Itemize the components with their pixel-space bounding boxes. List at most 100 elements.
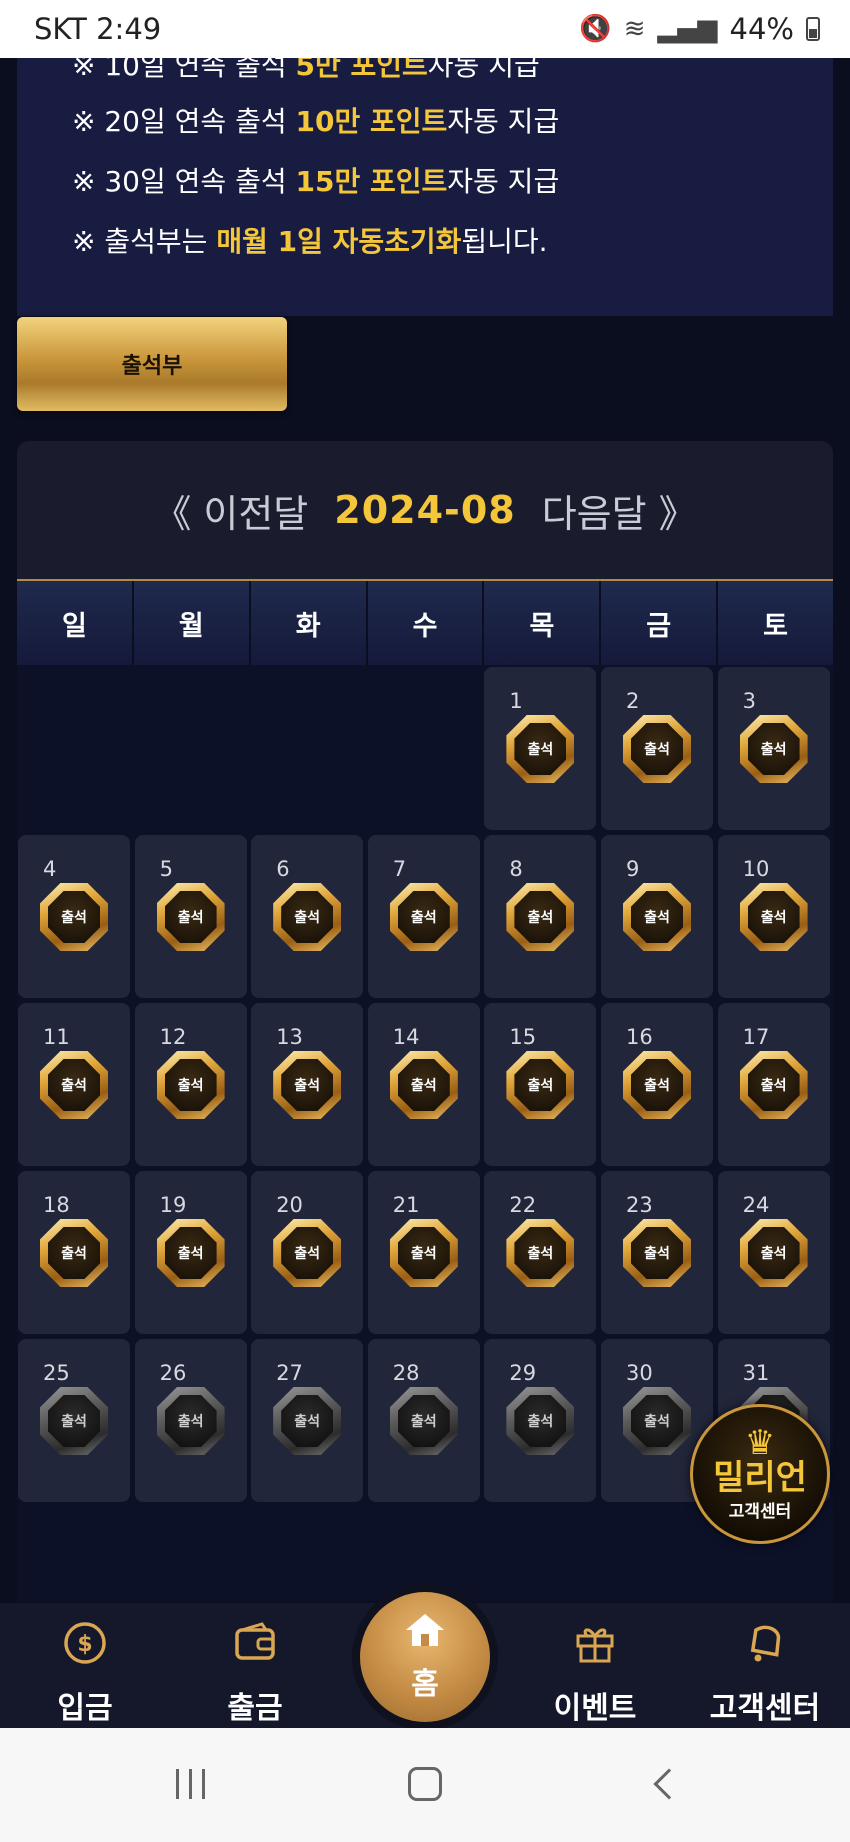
- day-number: 5: [159, 857, 173, 881]
- recent-apps-icon: [175, 1769, 205, 1799]
- back-chevron-icon: [653, 1768, 685, 1800]
- weekday-mon: 월: [133, 581, 251, 665]
- calendar-day-cell[interactable]: 19 출석: [134, 1171, 247, 1334]
- stamp-label: 출석: [48, 891, 100, 943]
- calendar-day-cell[interactable]: 3 출석: [717, 667, 830, 830]
- attendance-stamp-icon: 출석: [506, 715, 575, 783]
- nav-withdraw[interactable]: 출금: [180, 1603, 330, 1728]
- calendar-day-cell[interactable]: 13 출석: [251, 1003, 364, 1166]
- stamp-label: 출석: [164, 1059, 217, 1111]
- attendance-stamp-icon: 출석: [40, 883, 108, 951]
- day-number: 31: [742, 1361, 770, 1385]
- calendar-day-cell[interactable]: 20 출석: [251, 1171, 364, 1334]
- day-number: 16: [626, 1025, 653, 1049]
- day-number: 20: [276, 1193, 303, 1217]
- calendar-day-cell[interactable]: 21 출석: [367, 1171, 480, 1334]
- recent-apps-button[interactable]: [150, 1752, 230, 1816]
- calendar-day-cell[interactable]: 18 출석: [18, 1171, 130, 1334]
- stamp-label: 출석: [164, 891, 217, 943]
- day-number: 3: [742, 689, 756, 713]
- battery-level: 44%: [729, 12, 794, 46]
- weekday-wed: 수: [367, 581, 485, 665]
- calendar-day-cell[interactable]: 1 출석: [484, 667, 597, 830]
- day-number: 1: [509, 689, 523, 713]
- calendar-day-cell[interactable]: 28 출석: [367, 1339, 480, 1502]
- nav-home[interactable]: 홈: [360, 1592, 490, 1722]
- stamp-label: 출석: [281, 891, 334, 943]
- attendance-stamp-inactive-icon: 출석: [273, 1387, 342, 1455]
- calendar-day-cell[interactable]: 4 출석: [18, 835, 130, 998]
- crown-icon: ♛: [744, 1422, 776, 1463]
- system-home-button[interactable]: [385, 1752, 465, 1816]
- nav-support[interactable]: 고객센터: [690, 1603, 840, 1728]
- battery-icon: [806, 17, 820, 41]
- day-number: 12: [159, 1025, 187, 1049]
- stamp-label: 출석: [747, 1059, 800, 1111]
- stamp-label: 출석: [281, 1059, 334, 1111]
- home-icon: [404, 1612, 446, 1655]
- attendance-stamp-icon: 출석: [623, 1219, 691, 1287]
- attendance-stamp-inactive-icon: 출석: [506, 1387, 575, 1455]
- calendar-day-cell[interactable]: 24 출석: [717, 1171, 830, 1334]
- attendance-stamp-icon: 출석: [623, 883, 691, 951]
- nav-event[interactable]: 이벤트: [520, 1603, 670, 1728]
- dollar-coin-icon: $: [61, 1619, 109, 1667]
- attendance-stamp-icon: 출석: [156, 883, 225, 951]
- calendar-day-cell[interactable]: 22 출석: [484, 1171, 597, 1334]
- attendance-stamp-icon: 출석: [623, 1051, 691, 1119]
- attendance-stamp-icon: 출석: [273, 1219, 342, 1287]
- calendar-day-cell[interactable]: 17 출석: [717, 1003, 830, 1166]
- nav-deposit[interactable]: $ 입금: [10, 1603, 160, 1728]
- info-line: ※ 30일 연속 출석 15만 포인트자동 지급: [72, 165, 560, 198]
- day-number: 23: [626, 1193, 653, 1217]
- stamp-label: 출석: [747, 1227, 800, 1279]
- info-line: ※ 20일 연속 출석 10만 포인트자동 지급: [72, 105, 560, 138]
- day-number: 11: [43, 1025, 70, 1049]
- attendance-stamp-inactive-icon: 출석: [40, 1387, 108, 1455]
- day-number: 30: [626, 1361, 653, 1385]
- calendar-day-cell[interactable]: 15 출석: [484, 1003, 597, 1166]
- calendar-day-cell[interactable]: 12 출석: [134, 1003, 247, 1166]
- attendance-stamp-icon: 출석: [739, 1219, 808, 1287]
- calendar-day-cell[interactable]: 7 출석: [367, 835, 480, 998]
- calendar-day-cell[interactable]: 25 출석: [18, 1339, 130, 1502]
- attendance-stamp-icon: 출석: [156, 1051, 225, 1119]
- stamp-label: 출석: [514, 891, 567, 943]
- calendar-day-cell[interactable]: 16 출석: [601, 1003, 713, 1166]
- calendar-day-cell[interactable]: 23 출석: [601, 1171, 713, 1334]
- stamp-label: 출석: [631, 1395, 683, 1447]
- calendar-day-cell[interactable]: 5 출석: [134, 835, 247, 998]
- day-number: 29: [509, 1361, 537, 1385]
- attendance-stamp-icon: 출석: [739, 883, 808, 951]
- calendar-day-cell[interactable]: 6 출석: [251, 835, 364, 998]
- calendar-day-cell[interactable]: 27 출석: [251, 1339, 364, 1502]
- stamp-label: 출석: [397, 891, 450, 943]
- day-number: 18: [43, 1193, 70, 1217]
- day-number: 19: [159, 1193, 187, 1217]
- calendar-day-cell[interactable]: 10 출석: [717, 835, 830, 998]
- stamp-label: 출석: [397, 1059, 450, 1111]
- attendance-stamp-icon: 출석: [273, 883, 342, 951]
- customer-center-badge[interactable]: ♛ 밀리언 고객센터: [690, 1404, 830, 1544]
- attendance-stamp-icon: 출석: [739, 715, 808, 783]
- cs-badge-title: 밀리언: [713, 1457, 807, 1498]
- attendance-stamp-icon: 출석: [623, 715, 691, 783]
- calendar-day-cell[interactable]: 11 출석: [18, 1003, 130, 1166]
- stamp-label: 출석: [164, 1227, 217, 1279]
- home-square-icon: [408, 1767, 442, 1801]
- calendar-day-cell[interactable]: 9 출석: [601, 835, 713, 998]
- status-time: SKT 2:49: [34, 12, 162, 46]
- day-number: 27: [276, 1361, 303, 1385]
- calendar-day-cell[interactable]: 29 출석: [484, 1339, 597, 1502]
- calendar-day-cell[interactable]: 2 출석: [601, 667, 713, 830]
- calendar-day-cell[interactable]: 26 출석: [134, 1339, 247, 1502]
- day-number: 21: [392, 1193, 420, 1217]
- stamp-label: 출석: [514, 1395, 567, 1447]
- attendance-stamp-icon: 출석: [389, 1219, 458, 1287]
- back-button[interactable]: [625, 1752, 705, 1816]
- calendar-day-cell[interactable]: 14 출석: [367, 1003, 480, 1166]
- prev-month-link[interactable]: 《 이전달: [153, 483, 308, 538]
- calendar-day-cell[interactable]: 8 출석: [484, 835, 597, 998]
- attendance-tab-button[interactable]: 출석부: [17, 317, 287, 411]
- next-month-link[interactable]: 다음달 》: [542, 483, 697, 538]
